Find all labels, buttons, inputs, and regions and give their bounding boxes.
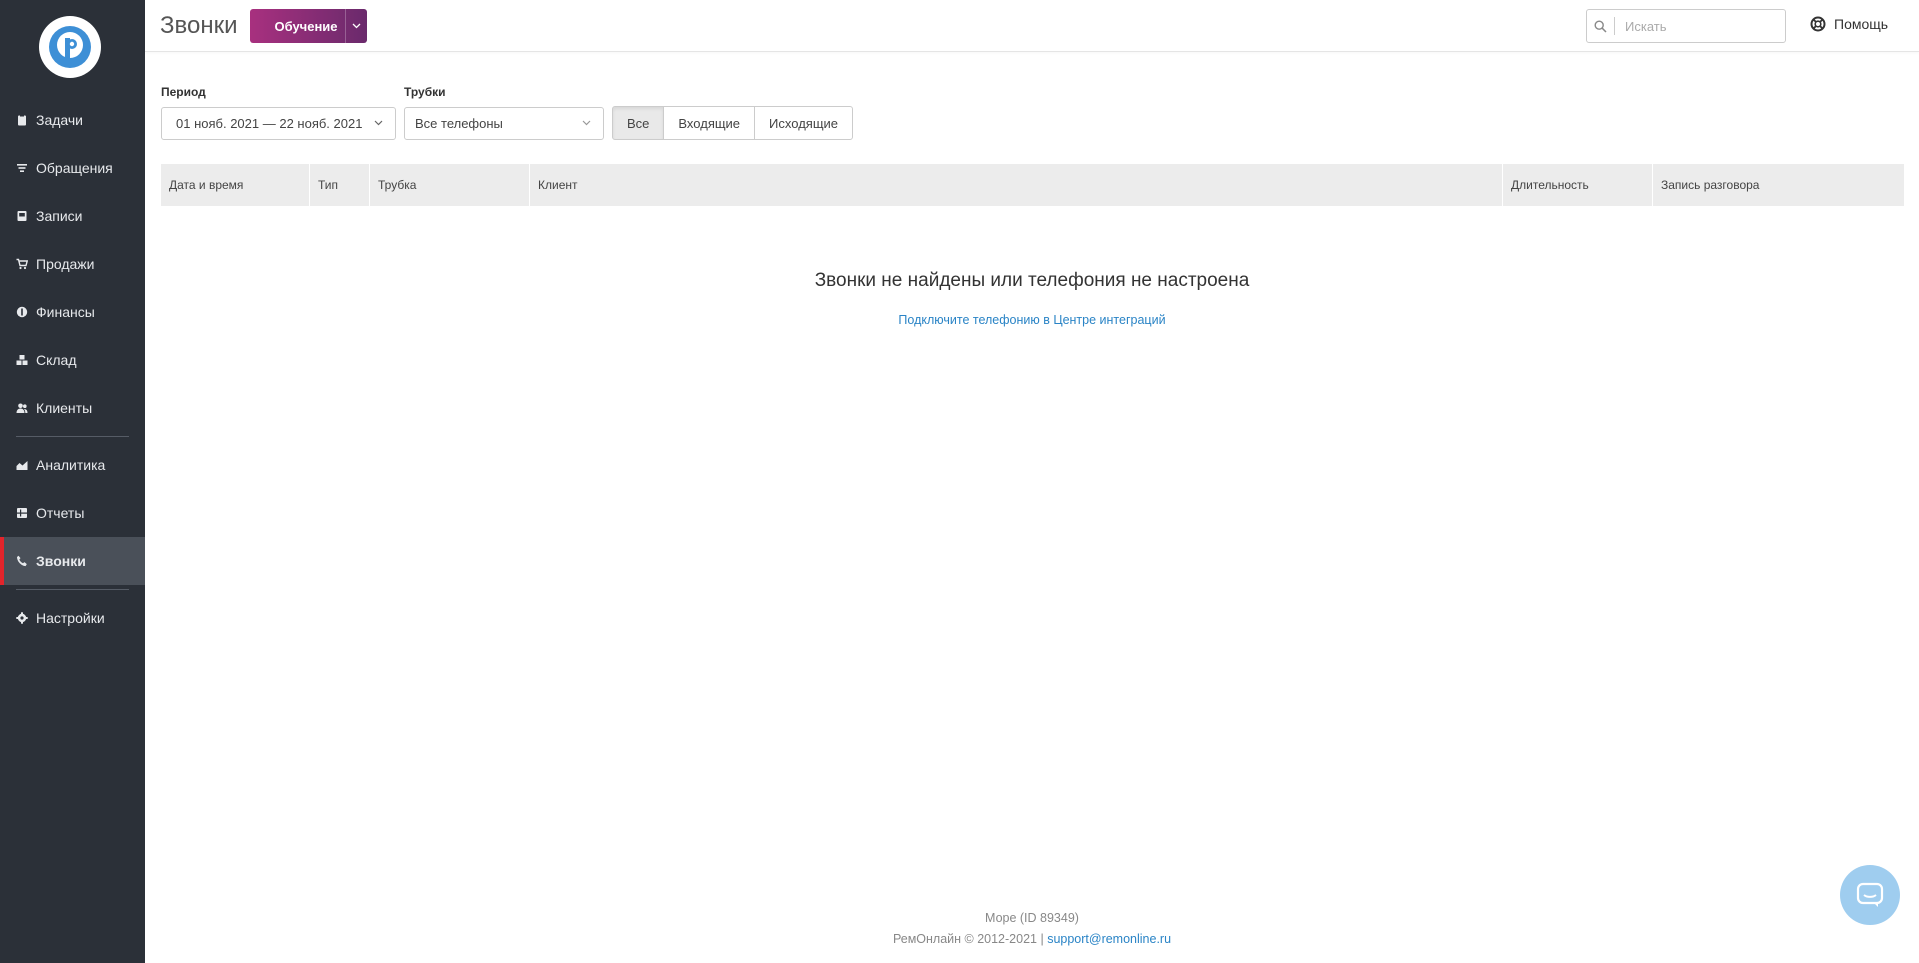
sidebar-item-label: Обращения: [36, 160, 113, 176]
sidebar-item-sales[interactable]: Продажи: [0, 240, 145, 288]
chevron-down-icon: [582, 118, 591, 129]
page-title: Звонки: [160, 12, 238, 39]
sidebar-item-tasks[interactable]: Задачи: [0, 96, 145, 144]
sidebar-item-records[interactable]: Записи: [0, 192, 145, 240]
sidebar-item-label: Записи: [36, 208, 83, 224]
period-select[interactable]: 01 нояб. 2021 — 22 нояб. 2021: [161, 107, 396, 140]
training-button-label: Обучение: [274, 18, 338, 34]
book-icon: [16, 210, 28, 222]
chat-icon: [1856, 882, 1884, 907]
column-datetime[interactable]: Дата и время: [161, 164, 310, 206]
logo-icon: [49, 26, 91, 68]
sidebar-item-label: Отчеты: [36, 505, 85, 521]
gear-icon: [16, 612, 28, 624]
sidebar-item-label: Продажи: [36, 256, 95, 272]
search-input[interactable]: [1615, 18, 1780, 34]
sidebar-item-label: Задачи: [36, 112, 84, 128]
search-icon: [1587, 17, 1615, 35]
boxes-icon: [16, 354, 28, 366]
phones-select[interactable]: Все телефоны: [404, 107, 604, 140]
support-email-link[interactable]: support@remonline.ru: [1047, 932, 1171, 946]
help-link[interactable]: Помощь: [1810, 16, 1888, 32]
footer-copyright: РемОнлайн © 2012-2021 |: [892, 932, 1044, 946]
sidebar-item-analytics[interactable]: Аналитика: [0, 441, 145, 489]
phone-icon: [16, 555, 28, 567]
integrations-link-label[interactable]: Подключите телефонию в Центре интеграций: [898, 313, 1165, 327]
training-button[interactable]: Обучение: [250, 9, 367, 43]
integrations-link[interactable]: Подключите телефонию в Центре интеграций: [145, 313, 1919, 327]
footer-copyright-line: РемОнлайн © 2012-2021 | support@remonlin…: [145, 932, 1919, 946]
column-phone[interactable]: Трубка: [370, 164, 530, 206]
sidebar-item-label: Аналитика: [36, 457, 106, 473]
segment-outgoing[interactable]: Исходящие: [754, 106, 854, 140]
filter-icon: [16, 162, 28, 174]
logo[interactable]: [39, 16, 101, 78]
sidebar-item-label: Финансы: [36, 304, 95, 320]
call-direction-toggle: Все Входящие Исходящие: [612, 106, 854, 140]
search-box[interactable]: [1586, 9, 1786, 43]
help-label: Помощь: [1834, 16, 1889, 32]
sidebar-item-finance[interactable]: Финансы: [0, 288, 145, 336]
clipboard-icon: [16, 114, 28, 126]
sidebar-item-calls[interactable]: Звонки: [0, 537, 145, 585]
sidebar-divider: [16, 589, 129, 590]
calls-table-header: Дата и время Тип Трубка Клиент Длительно…: [161, 164, 1904, 206]
empty-state-title: Звонки не найдены или телефония не настр…: [814, 270, 1250, 291]
period-value: 01 нояб. 2021 — 22 нояб. 2021: [176, 116, 363, 131]
column-recording[interactable]: Запись разговора: [1653, 164, 1904, 206]
segment-incoming[interactable]: Входящие: [663, 106, 756, 140]
column-duration[interactable]: Длительность: [1503, 164, 1653, 206]
sidebar: Задачи Обращения Записи Продажи Финансы …: [0, 0, 145, 963]
chat-widget-button[interactable]: [1840, 865, 1900, 925]
sidebar-item-label: Склад: [36, 352, 77, 368]
sidebar-item-label: Звонки: [36, 553, 86, 569]
report-icon: [16, 507, 28, 519]
sidebar-item-settings[interactable]: Настройки: [0, 594, 145, 642]
sidebar-item-clients[interactable]: Клиенты: [0, 384, 145, 432]
sidebar-item-requests[interactable]: Обращения: [0, 144, 145, 192]
users-icon: [16, 402, 28, 414]
footer-company: Море (ID 89349): [985, 911, 1079, 925]
chevron-down-icon: [374, 118, 383, 129]
chevron-down-icon[interactable]: [345, 9, 367, 43]
sidebar-item-label: Клиенты: [36, 400, 93, 416]
sidebar-nav: Задачи Обращения Записи Продажи Финансы …: [0, 96, 145, 642]
cart-icon: [16, 258, 28, 270]
sidebar-item-reports[interactable]: Отчеты: [0, 489, 145, 537]
column-client[interactable]: Клиент: [530, 164, 1503, 206]
phones-value: Все телефоны: [415, 116, 503, 131]
segment-all[interactable]: Все: [612, 106, 665, 140]
sidebar-item-label: Настройки: [36, 610, 105, 626]
coin-icon: [16, 306, 28, 318]
period-label: Период: [161, 85, 206, 99]
header: Звонки Обучение Помощь: [145, 0, 1919, 52]
sidebar-item-warehouse[interactable]: Склад: [0, 336, 145, 384]
phones-label: Трубки: [404, 85, 446, 99]
column-type[interactable]: Тип: [310, 164, 370, 206]
sidebar-divider: [16, 436, 129, 437]
lifebuoy-icon: [1810, 16, 1826, 32]
chart-icon: [16, 459, 28, 471]
